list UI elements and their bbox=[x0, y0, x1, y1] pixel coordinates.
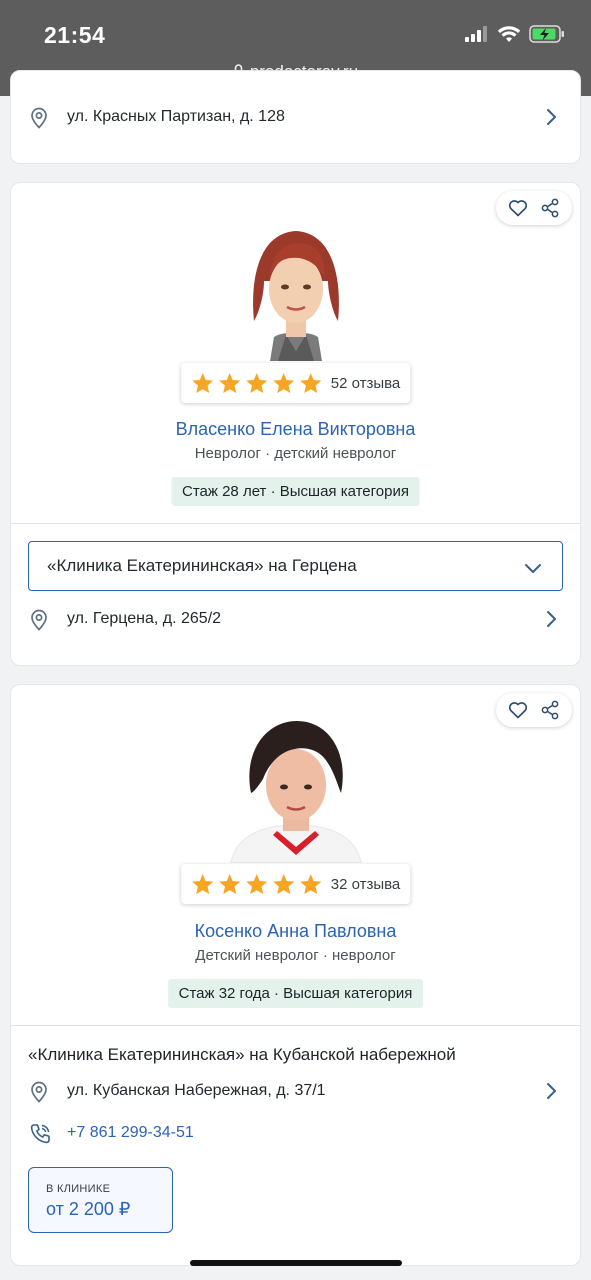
address-row[interactable]: ул. Герцена, д. 265/2 bbox=[11, 599, 580, 639]
category-text: · Высшая категория bbox=[266, 483, 409, 500]
star-icon bbox=[299, 873, 321, 895]
rating-badge[interactable]: 32 отзыва bbox=[180, 864, 411, 904]
reviews-count: 52 отзыва bbox=[330, 374, 401, 392]
star-icon bbox=[245, 372, 267, 394]
reviews-count: 32 отзыва bbox=[330, 875, 401, 893]
experience-text: Стаж 32 года bbox=[178, 985, 270, 1002]
star-icon bbox=[218, 372, 240, 394]
chevron-right-icon bbox=[546, 610, 558, 633]
doctor-card: 52 отзыва Власенко Елена Викторовна Невр… bbox=[10, 182, 581, 666]
clinic-address: ул. Герцена, д. 265/2 bbox=[67, 610, 222, 627]
star-icon bbox=[272, 372, 294, 394]
location-pin-icon bbox=[29, 609, 49, 636]
star-icon bbox=[191, 873, 213, 895]
chevron-right-icon bbox=[546, 108, 558, 131]
heart-icon[interactable] bbox=[508, 701, 528, 719]
experience-badge: Стаж 28 лет · Высшая категория bbox=[171, 477, 420, 506]
star-icon bbox=[245, 873, 267, 895]
star-icon bbox=[218, 873, 240, 895]
clinic-address: ул. Красных Партизан, д. 128 bbox=[67, 108, 285, 125]
category-text: · Высшая категория bbox=[269, 985, 413, 1002]
price-button[interactable]: В КЛИНИКЕ от 2 200 ₽ bbox=[28, 1167, 173, 1233]
favorite-share-group bbox=[496, 693, 572, 727]
phone-icon bbox=[29, 1123, 51, 1150]
clock: 21:54 bbox=[44, 22, 106, 48]
price-value: от 2 200 ₽ bbox=[46, 1199, 131, 1219]
doctor-specialty: Невролог · детский невролог bbox=[194, 445, 397, 462]
experience-text: Стаж 28 лет bbox=[182, 483, 267, 500]
star-rating bbox=[191, 873, 322, 895]
doctor-name-link[interactable]: Косенко Анна Павловна bbox=[11, 921, 580, 942]
price-label: В КЛИНИКЕ bbox=[46, 1183, 111, 1195]
doctor-specialty: Детский невролог · невролог bbox=[195, 947, 396, 964]
clinic-dropdown-value: «Клиника Екатерининская» на Герцена bbox=[47, 556, 357, 575]
home-indicator bbox=[190, 1260, 402, 1266]
chevron-right-icon bbox=[546, 1082, 558, 1105]
doctor-name-link[interactable]: Власенко Елена Викторовна bbox=[11, 419, 580, 440]
partial-doctor-card: ул. Красных Партизан, д. 128 bbox=[10, 70, 581, 164]
location-pin-icon bbox=[29, 1081, 49, 1108]
heart-icon[interactable] bbox=[508, 199, 528, 217]
rating-badge[interactable]: 52 отзыва bbox=[180, 363, 411, 403]
share-icon[interactable] bbox=[540, 700, 560, 720]
divider bbox=[11, 1025, 580, 1026]
share-icon[interactable] bbox=[540, 198, 560, 218]
battery-charging-icon bbox=[529, 24, 565, 49]
experience-badge: Стаж 32 года · Высшая категория bbox=[167, 979, 424, 1008]
system-icons bbox=[465, 24, 565, 48]
star-icon bbox=[191, 372, 213, 394]
clinic-address: ул. Кубанская Набережная, д. 37/1 bbox=[67, 1082, 326, 1099]
address-row[interactable]: ул. Кубанская Набережная, д. 37/1 bbox=[11, 1071, 580, 1111]
chevron-down-icon bbox=[524, 560, 542, 580]
favorite-share-group bbox=[496, 191, 572, 225]
star-icon bbox=[299, 372, 321, 394]
wifi-icon bbox=[497, 25, 521, 48]
star-rating bbox=[191, 372, 322, 394]
clinic-dropdown[interactable]: «Клиника Екатерининская» на Герцена bbox=[28, 541, 563, 591]
doctor-photo[interactable] bbox=[221, 713, 371, 864]
signal-icon bbox=[465, 25, 489, 47]
divider bbox=[11, 523, 580, 524]
location-pin-icon bbox=[29, 107, 49, 134]
star-icon bbox=[272, 873, 294, 895]
phone-row[interactable]: +7 861 299-34-51 bbox=[11, 1113, 580, 1153]
clinic-name[interactable]: «Клиника Екатерининская» на Кубанской на… bbox=[28, 1045, 456, 1065]
doctor-card: 32 отзыва Косенко Анна Павловна Детский … bbox=[10, 684, 581, 1266]
doctor-photo[interactable] bbox=[236, 211, 356, 361]
address-row[interactable]: ул. Красных Партизан, д. 128 bbox=[11, 97, 580, 137]
phone-number: +7 861 299-34-51 bbox=[67, 1124, 194, 1141]
